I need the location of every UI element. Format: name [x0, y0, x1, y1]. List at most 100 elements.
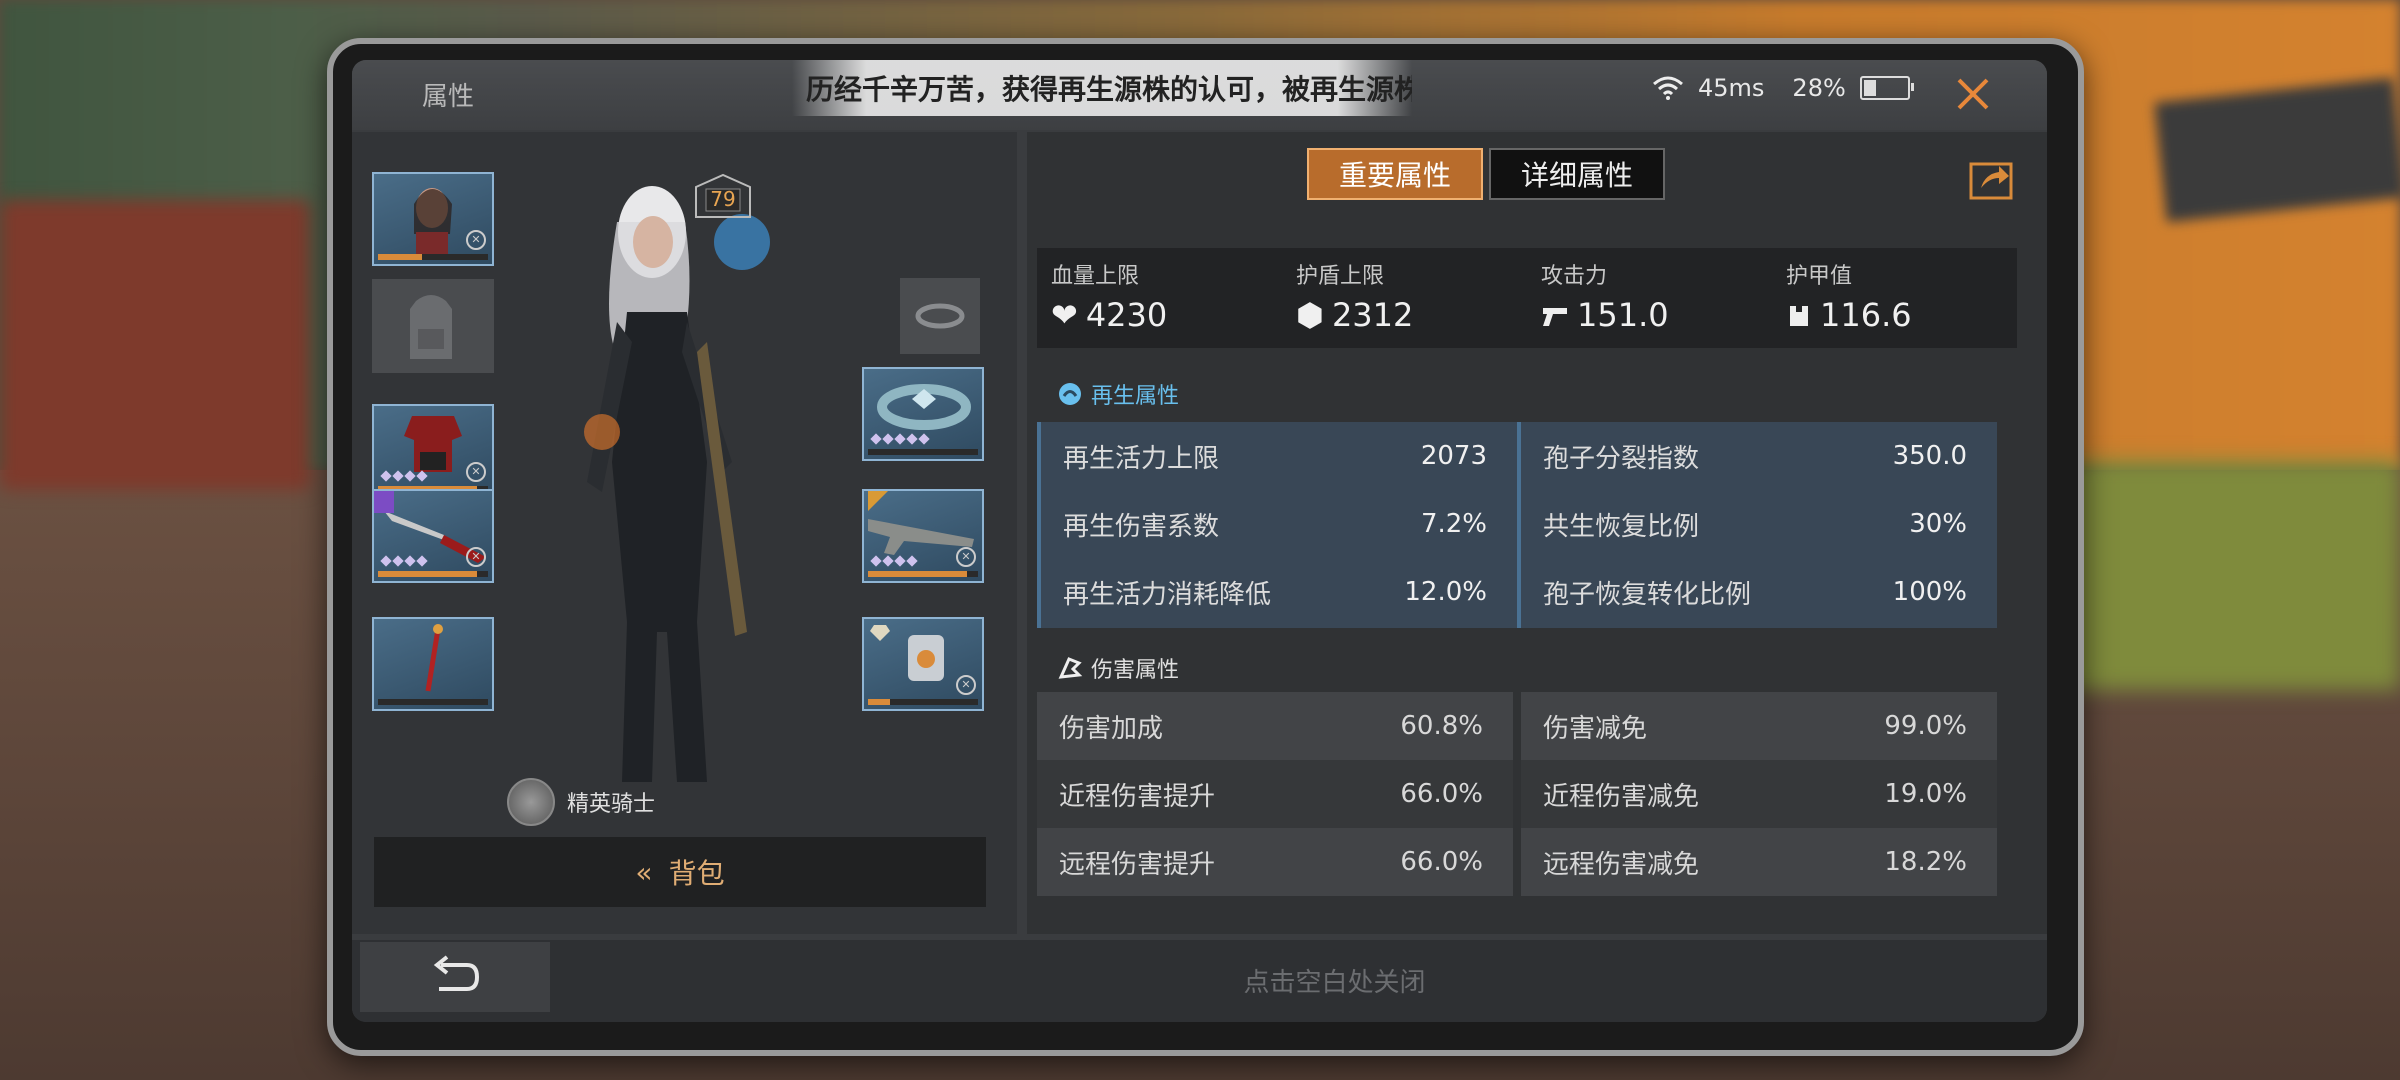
stat-label: 攻击力	[1541, 264, 1608, 289]
unequip-icon[interactable]: ✕	[956, 547, 976, 567]
level-badge: 79	[688, 173, 758, 219]
banner-text: 历经千辛万苦，获得再生源株的认可，被再生源株认证为枪械	[806, 73, 1412, 106]
stat-attack: 攻击力 151.0	[1527, 248, 1772, 348]
attribute-label: 再生活力消耗降低	[1063, 579, 1272, 610]
status-bar: 45ms 28%	[1652, 74, 1914, 102]
attribute-row: 近程伤害减免 19.0%	[1521, 760, 1997, 828]
attribute-label: 孢子恢复转化比例	[1543, 579, 1752, 610]
attribute-label: 近程伤害减免	[1543, 781, 1700, 812]
unequip-icon[interactable]: ✕	[466, 547, 486, 567]
stat-armor: 护甲值 116.6	[1772, 248, 2017, 348]
close-icon	[1957, 78, 1989, 110]
armor-slot[interactable]: ✕	[372, 404, 494, 498]
backpack-icon	[410, 295, 452, 359]
rank-label: 精英骑士	[567, 792, 656, 817]
chevron-left-icon: «	[635, 855, 653, 889]
ring-slot[interactable]	[900, 278, 980, 354]
attribute-row: 孢子恢复转化比例 100%	[1521, 558, 1997, 626]
attribute-row: 再生活力消耗降低 12.0%	[1041, 558, 1517, 626]
bottom-bar: 点击空白处关闭	[352, 940, 2047, 1022]
stat-label: 血量上限	[1051, 264, 1140, 289]
attribute-label: 再生活力上限	[1063, 443, 1220, 474]
equipment-panel: ✕ ✕ ✕ 79 ✕ ✕ 精英骑士 « 背包	[352, 132, 1017, 934]
attribute-row: 远程伤害减免 18.2%	[1521, 828, 1997, 896]
share-icon	[1969, 162, 2013, 200]
attribute-label: 远程伤害减免	[1543, 849, 1700, 880]
attribute-row: 伤害减免 99.0%	[1521, 692, 1997, 760]
battery-icon	[1859, 76, 1914, 100]
attribute-value: 2073	[1420, 441, 1487, 471]
attribute-label: 再生伤害系数	[1063, 511, 1220, 542]
staff-icon	[425, 624, 443, 692]
unequip-icon[interactable]: ✕	[466, 462, 486, 482]
attribute-value: 100%	[1892, 577, 1967, 607]
backpack-slot[interactable]	[372, 279, 494, 373]
regen-attributes: 再生活力上限 2073 再生伤害系数 7.2% 再生活力消耗降低 12.0% 孢子分裂…	[1037, 422, 1997, 628]
attribute-value: 66.0%	[1400, 779, 1483, 809]
attribute-value: 30%	[1909, 509, 1967, 539]
attribute-label: 远程伤害提升	[1059, 849, 1216, 880]
attribute-label: 共生恢复比例	[1543, 511, 1700, 542]
stat-label: 护盾上限	[1296, 264, 1385, 289]
attribute-value: 66.0%	[1400, 847, 1483, 877]
damage-section-header: 伤害属性	[1057, 652, 1179, 684]
close-button[interactable]	[1947, 68, 1999, 120]
attribute-label: 伤害减免	[1543, 713, 1648, 744]
section-title: 伤害属性	[1091, 658, 1180, 683]
blade-weapon-slot[interactable]: ✕	[372, 489, 494, 583]
attribute-row: 伤害加成 60.8%	[1037, 692, 1513, 760]
battery-text: 28%	[1792, 74, 1846, 102]
tab-important-attributes[interactable]: 重要属性	[1307, 148, 1483, 200]
unequip-icon[interactable]: ✕	[466, 230, 486, 250]
share-button[interactable]	[1967, 158, 2015, 202]
wifi-icon	[1653, 76, 1683, 100]
attribute-value: 19.0%	[1884, 779, 1967, 809]
attribute-row: 再生活力上限 2073	[1041, 422, 1517, 490]
attribute-value: 60.8%	[1400, 711, 1483, 741]
unequip-icon[interactable]: ✕	[956, 675, 976, 695]
panel-title: 属性	[422, 82, 475, 112]
stat-value: 2312	[1331, 296, 1414, 334]
attribute-label: 近程伤害提升	[1059, 781, 1216, 812]
stat-shield: 护盾上限 ⬢ 2312	[1282, 248, 1527, 348]
section-title: 再生属性	[1091, 384, 1180, 409]
backpack-button[interactable]: « 背包	[374, 837, 986, 907]
character-model	[557, 162, 817, 802]
attribute-value: 99.0%	[1884, 711, 1967, 741]
top-bar: 属性 历经千辛万苦，获得再生源株的认可，被再生源株认证为枪械 45ms 28%	[352, 60, 2047, 130]
rank-display: 精英骑士	[507, 778, 655, 826]
rifle-slot[interactable]: ✕	[862, 489, 984, 583]
portrait-slot[interactable]: ✕	[372, 172, 494, 266]
shield-icon: ⬢	[1296, 296, 1324, 334]
stat-hp: 血量上限 ❤ 4230	[1037, 248, 1282, 348]
bracelet-slot[interactable]	[862, 367, 984, 461]
heart-icon: ❤	[1051, 296, 1078, 334]
attribute-row: 共生恢复比例 30%	[1521, 490, 1997, 558]
attribute-row: 远程伤害提升 66.0%	[1037, 828, 1513, 896]
stat-value: 116.6	[1820, 296, 1912, 334]
attribute-label: 孢子分裂指数	[1543, 443, 1700, 474]
close-hint-text[interactable]: 点击空白处关闭	[352, 962, 2047, 999]
regen-section-header: 再生属性	[1057, 378, 1179, 410]
armor-icon	[1790, 306, 1808, 326]
regen-icon	[1059, 383, 1081, 405]
attribute-tabs: 重要属性 详细属性	[1307, 148, 1665, 200]
stat-label: 护甲值	[1786, 264, 1853, 289]
attribute-value: 350.0	[1892, 441, 1967, 471]
attribute-value: 7.2%	[1420, 509, 1487, 539]
attribute-label: 伤害加成	[1059, 713, 1164, 744]
attribute-value: 12.0%	[1404, 577, 1487, 607]
stat-value: 151.0	[1577, 296, 1669, 334]
attribute-row: 再生伤害系数 7.2%	[1041, 490, 1517, 558]
attribute-value: 18.2%	[1884, 847, 1967, 877]
backpack-button-label: 背包	[668, 857, 725, 890]
tab-detailed-attributes[interactable]: 详细属性	[1489, 148, 1665, 200]
rank-medal-icon	[507, 778, 555, 826]
mech-shield-slot[interactable]: ✕	[862, 617, 984, 711]
ring-icon	[915, 303, 965, 329]
stat-value: 4230	[1085, 296, 1168, 334]
attribute-panel: 属性 历经千辛万苦，获得再生源株的认可，被再生源株认证为枪械 45ms 28%	[352, 60, 2047, 1022]
achievement-banner: 历经千辛万苦，获得再生源株的认可，被再生源株认证为枪械	[792, 60, 1412, 116]
staff-slot[interactable]	[372, 617, 494, 711]
gun-icon	[1543, 308, 1567, 326]
